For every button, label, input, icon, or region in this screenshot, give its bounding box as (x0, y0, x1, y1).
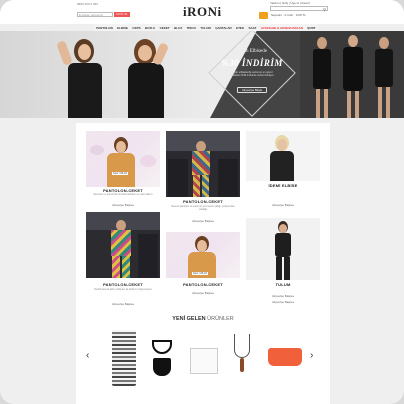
contact-phone: 0850 333 0 333 (77, 2, 98, 6)
nav-item-active[interactable]: AYAKKABI & AKSESUARLAR (261, 26, 303, 30)
shop-link[interactable]: Alışverişe Başla ▸ (166, 291, 240, 295)
product-card[interactable]: PANTOLON-CEKET Desenli pantolon ve ceket… (166, 131, 240, 226)
carousel-prev-arrow[interactable]: ‹ (86, 350, 89, 361)
top-bar: 0850 333 0 333 E-bülten adresiniz KAYIT … (0, 0, 404, 24)
banner-subtitle: Siyah Elbisede (237, 49, 267, 54)
product-title[interactable]: İDEMİ ELBİSE (246, 183, 320, 188)
banner-model-image (340, 35, 366, 118)
carousel-product[interactable] (186, 328, 222, 390)
page: 0850 333 0 333 E-bülten adresiniz KAYIT … (0, 0, 404, 404)
nav-item[interactable]: ÇANTALAR (215, 26, 231, 30)
carousel-product[interactable] (266, 328, 302, 390)
product-image[interactable] (246, 131, 320, 181)
product-card[interactable]: Spor 115.22 PANTOLON-CEKET Alışverişe Ba… (166, 232, 240, 304)
search-icon[interactable]: ⚲ (323, 7, 326, 12)
account-links[interactable]: Yardım | Giriş | Üye ol | Favori (270, 1, 310, 5)
nav-item[interactable]: TRICO (187, 26, 196, 30)
product-image[interactable] (86, 212, 160, 278)
search-input[interactable]: ⚲ (270, 6, 328, 12)
price-tag: Spor 115.22 (192, 272, 208, 275)
product-image[interactable] (86, 131, 160, 187)
product-description: Sezonun en şık kombin önerisi pantolon v… (93, 193, 153, 196)
cart-summary[interactable]: Sepetim · 0 ürün · 0,00 TL (271, 13, 306, 17)
carousel-product[interactable] (144, 328, 180, 390)
banner-model-image (372, 37, 396, 118)
product-title[interactable]: TULUM (246, 282, 320, 287)
price-tag: Spor 115.22 (112, 172, 128, 175)
nav-item[interactable]: BUZLU (145, 26, 155, 30)
carousel-product[interactable] (224, 328, 260, 390)
product-card[interactable]: İDEMİ ELBİSE Alışverişe Başla ▸ (246, 131, 320, 211)
newsletter-submit-button[interactable]: KAYIT OL (114, 12, 130, 17)
product-title[interactable]: PANTOLON-CEKET (166, 199, 240, 204)
nav-item[interactable]: CEPS (132, 26, 140, 30)
shop-link[interactable]: Alışverişe Başla ▸ (166, 219, 240, 223)
nav-item[interactable]: ELBISE (117, 26, 128, 30)
product-title[interactable]: PANTOLON-CEKET (166, 282, 240, 287)
product-title[interactable]: PANTOLON-CEKET (86, 282, 160, 287)
shop-link[interactable]: Alışverişe Başla ▸ (246, 300, 320, 304)
banner-title: %30 İNDİRİM (221, 58, 283, 68)
product-card[interactable]: Spor 115.22 PANTOLON-CEKET Sezonun en şı… (86, 131, 160, 211)
newsletter-email-input[interactable]: E-bülten adresiniz (77, 12, 113, 17)
nav-item[interactable]: ETEK (236, 26, 244, 30)
cart-icon[interactable] (259, 12, 268, 19)
main-nav: PANTOLON ELBISE CEPS BUZLU CEKET BLUZ TR… (94, 24, 318, 31)
nav-item[interactable]: SAAT (249, 26, 257, 30)
nav-item[interactable]: CEKET (160, 26, 170, 30)
banner-model-image (120, 39, 170, 118)
carousel-product[interactable] (106, 328, 142, 390)
banner-model-image (310, 37, 334, 118)
shop-link[interactable]: Alışverişe Başla ▸ (86, 203, 160, 207)
nav-item[interactable]: TULUM (200, 26, 211, 30)
product-image[interactable] (166, 131, 240, 197)
product-description: Renkli desenli takım elbiseler ile farkı… (94, 288, 152, 291)
product-card[interactable]: PANTOLON-CEKET Renkli desenli takım elbi… (86, 212, 160, 298)
site-logo[interactable]: iRONi (183, 4, 222, 20)
banner-description: Siyah elbiselerde sezonun en güzel model… (229, 71, 275, 78)
newsletter-form: E-bülten adresiniz KAYIT OL (77, 12, 130, 17)
section-title: YENİ GELEN ÜRÜNLER (172, 316, 234, 322)
nav-item[interactable]: ŞORT (307, 26, 315, 30)
product-description: Desenli pantolon ve ceket ile yeni sezon… (171, 205, 235, 212)
hero-banner[interactable]: Siyah Elbisede %30 İNDİRİM Siyah elbisel… (0, 31, 404, 118)
product-card[interactable]: TULUM Alışverişe Başla ▸ (246, 218, 320, 314)
banner-model-image (56, 35, 110, 118)
carousel-next-arrow[interactable]: › (310, 350, 313, 361)
product-image[interactable] (246, 218, 320, 280)
shop-link[interactable]: Alışverişe Başla ▸ (246, 203, 320, 207)
banner-shop-button[interactable]: Alışverişe Başla (237, 87, 267, 93)
new-products-carousel: ‹ › (84, 326, 322, 396)
shop-link[interactable]: Alışverişe Başla ▸ (246, 294, 320, 298)
nav-item[interactable]: PANTOLON (96, 26, 113, 30)
shop-link[interactable]: Alışverişe Başla ▸ (86, 302, 160, 306)
nav-item[interactable]: BLUZ (174, 26, 182, 30)
